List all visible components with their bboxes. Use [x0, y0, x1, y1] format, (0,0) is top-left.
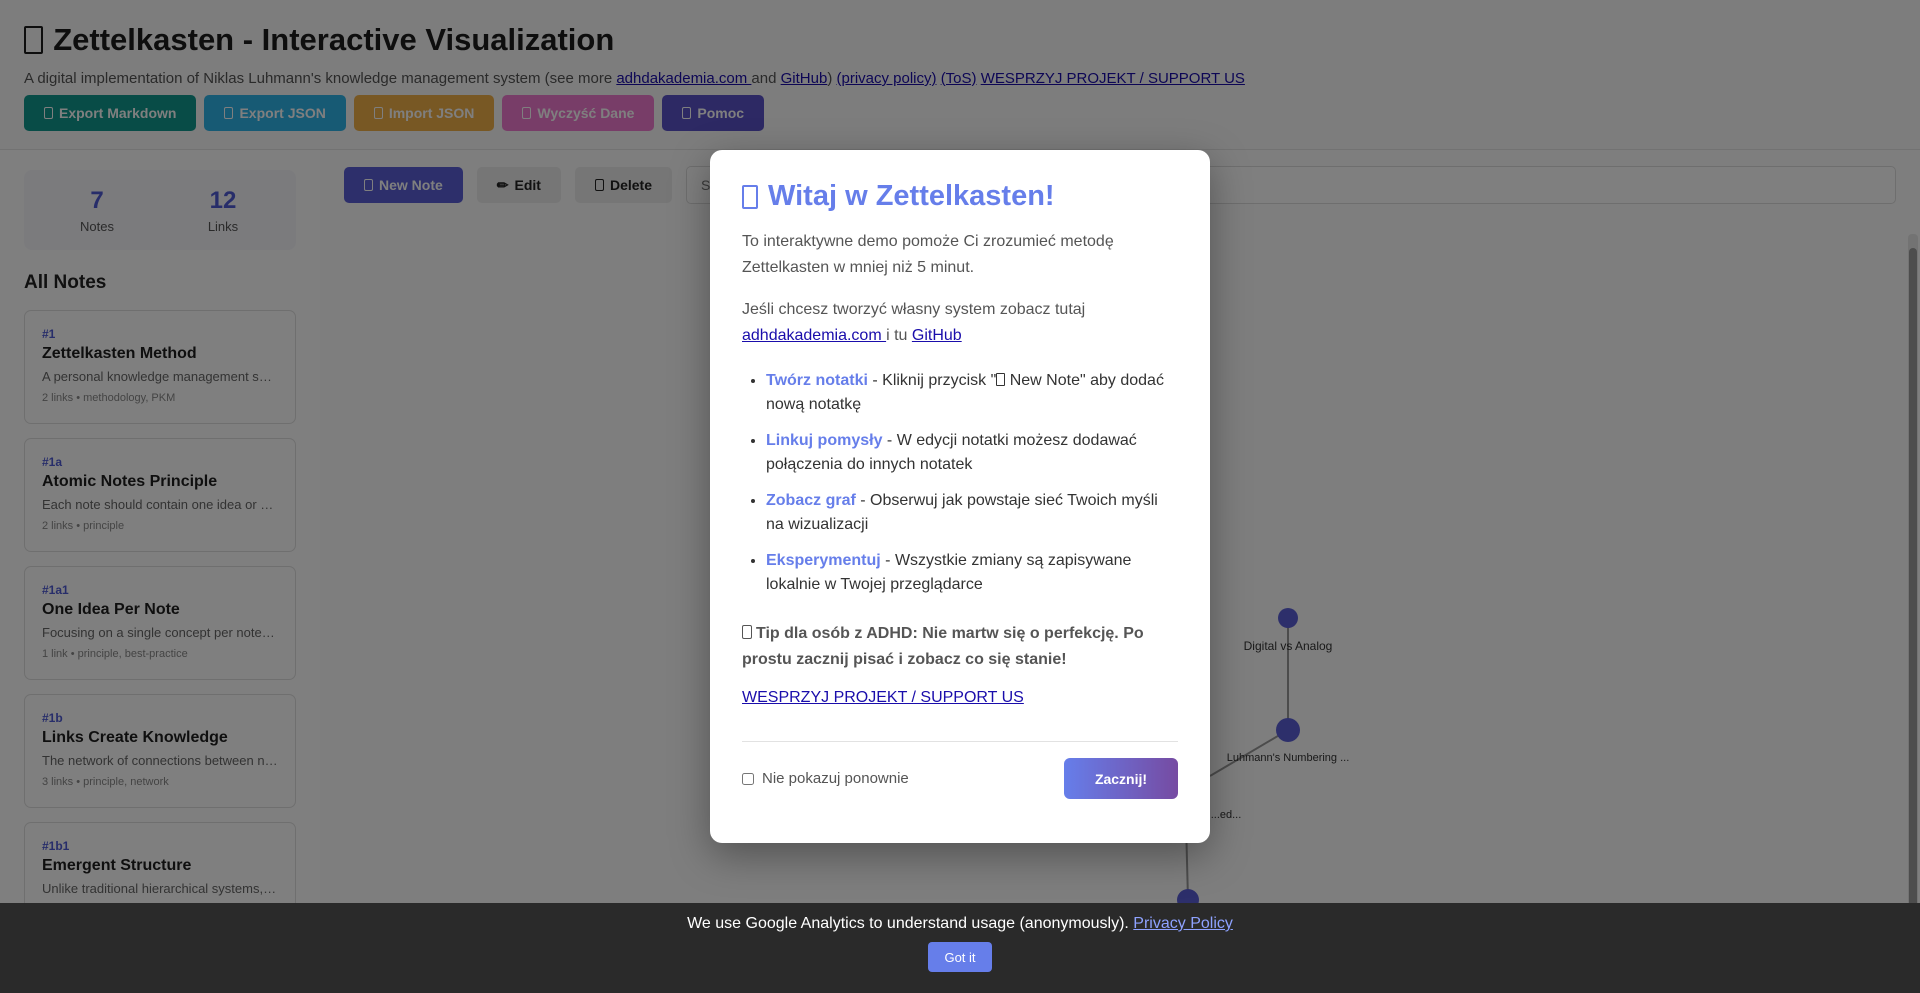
- adhd-tip: Tip dla osób z ADHD: Nie martw się o per…: [742, 621, 1178, 673]
- dont-show-checkbox[interactable]: [742, 772, 754, 785]
- feature-item: Eksperymentuj - Wszystkie zmiany są zapi…: [766, 549, 1178, 597]
- find-more-mid: i tu: [886, 327, 912, 344]
- modal-title-text: Witaj w Zettelkasten!: [768, 180, 1055, 212]
- find-more-text: Jeśli chcesz tworzyć własny system zobac…: [742, 301, 1086, 318]
- dont-show-again[interactable]: Nie pokazuj ponownie: [742, 770, 909, 787]
- feature-title: Linkuj pomysły: [766, 432, 883, 449]
- lightbulb-icon: [742, 625, 752, 639]
- cookie-message: We use Google Analytics to understand us…: [687, 915, 1134, 932]
- feature-item: Twórz notatki - Kliknij przycisk " New N…: [766, 369, 1178, 417]
- cookie-text: We use Google Analytics to understand us…: [0, 915, 1920, 933]
- modal-site-link[interactable]: adhdakademia.com: [742, 327, 886, 344]
- cookie-banner: We use Google Analytics to understand us…: [0, 903, 1920, 993]
- start-button[interactable]: Zacznij!: [1064, 758, 1178, 799]
- feature-item: Zobacz graf - Obserwuj jak powstaje sieć…: [766, 489, 1178, 537]
- modal-find-more: Jeśli chcesz tworzyć własny system zobac…: [742, 297, 1178, 349]
- adhd-tip-text: Tip dla osób z ADHD: Nie martw się o per…: [742, 625, 1144, 668]
- note-icon: [996, 373, 1006, 386]
- feature-list: Twórz notatki - Kliknij przycisk " New N…: [766, 369, 1178, 597]
- modal-title: Witaj w Zettelkasten!: [742, 180, 1178, 213]
- modal-intro: To interaktywne demo pomoże Ci zrozumieć…: [742, 233, 1114, 276]
- feature-title: Zobacz graf: [766, 492, 856, 509]
- feature-text: - Kliknij przycisk ": [867, 372, 997, 389]
- cookie-accept-button[interactable]: Got it: [928, 942, 992, 972]
- modal-divider: [742, 741, 1178, 742]
- cookie-privacy-link[interactable]: Privacy Policy: [1133, 915, 1233, 932]
- feature-title: Twórz notatki: [766, 372, 868, 389]
- modal-footer: Nie pokazuj ponownie Zacznij!: [742, 758, 1178, 799]
- modal-github-link[interactable]: GitHub: [912, 327, 962, 344]
- card-index-icon: [742, 184, 758, 209]
- feature-item: Linkuj pomysły - W edycji notatki możesz…: [766, 429, 1178, 477]
- feature-title: Eksperymentuj: [766, 552, 881, 569]
- welcome-modal: Witaj w Zettelkasten! To interaktywne de…: [710, 150, 1210, 843]
- dont-show-label: Nie pokazuj ponownie: [762, 770, 909, 787]
- modal-support-link[interactable]: WESPRZYJ PROJEKT / SUPPORT US: [742, 689, 1024, 707]
